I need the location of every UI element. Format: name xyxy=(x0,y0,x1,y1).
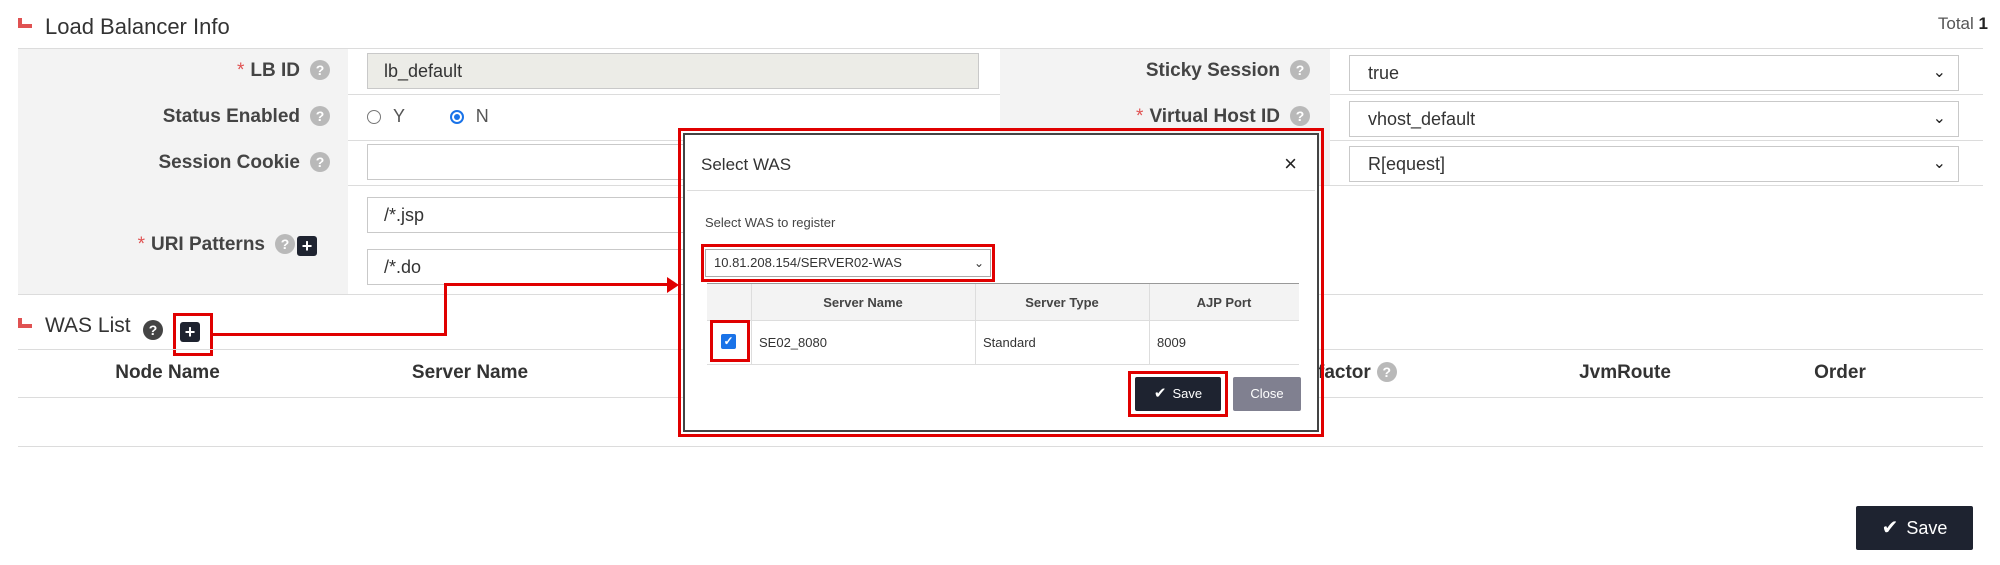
col-jvmroute: JvmRoute xyxy=(1579,362,1671,383)
virtual-host-id-select[interactable]: vhost_default ⌄ xyxy=(1349,101,1959,137)
close-icon[interactable]: × xyxy=(1284,151,1297,177)
help-icon[interactable]: ? xyxy=(310,106,330,126)
virtual-host-id-label: * Virtual Host ID? xyxy=(1136,106,1310,128)
modal-col-server-type: Server Type xyxy=(1025,295,1099,310)
section-title-lb-info: Load Balancer Info xyxy=(45,14,230,39)
chevron-down-icon: ⌄ xyxy=(1932,64,1946,81)
row-checkbox-highlight xyxy=(710,320,750,362)
help-icon[interactable]: ? xyxy=(143,320,163,340)
col-factor: factor? xyxy=(1318,362,1418,384)
section-marker-icon xyxy=(18,18,32,28)
modal-close-button[interactable]: Close xyxy=(1233,377,1301,411)
modal-save-highlight xyxy=(1128,371,1228,417)
col-order: Order xyxy=(1814,362,1866,383)
section-title-was-list: WAS List xyxy=(45,314,131,337)
status-radio-group: Y N xyxy=(367,106,489,127)
add-uri-pattern-button[interactable]: + xyxy=(297,236,317,256)
total-count: Total 1 xyxy=(1937,14,1988,33)
chevron-down-icon: ⌄ xyxy=(1932,110,1946,127)
help-icon[interactable]: ? xyxy=(1290,106,1310,126)
modal-col-ajp-port: AJP Port xyxy=(1196,295,1252,310)
uri-patterns-label: * URI Patterns? xyxy=(138,234,295,256)
was-select-highlight xyxy=(701,244,995,282)
col-server-name: Server Name xyxy=(411,362,529,383)
help-icon[interactable]: ? xyxy=(310,60,330,80)
help-icon[interactable]: ? xyxy=(310,152,330,172)
modal-title: Select WAS xyxy=(701,155,792,174)
request-select[interactable]: R[equest] ⌄ xyxy=(1349,146,1959,182)
uri-pattern-input-1[interactable]: /*.jsp xyxy=(367,197,687,233)
session-cookie-label: Session Cookie? xyxy=(159,152,330,174)
help-icon[interactable]: ? xyxy=(275,234,295,254)
uri-pattern-input-2[interactable]: /*.do xyxy=(367,249,687,285)
status-radio-n[interactable]: N xyxy=(449,106,489,126)
sticky-session-label: Sticky Session? xyxy=(1146,60,1310,82)
save-button[interactable]: ✔ Save xyxy=(1856,506,1973,550)
modal-subtitle: Select WAS to register xyxy=(705,215,836,230)
sticky-session-select[interactable]: true ⌄ xyxy=(1349,55,1959,91)
check-icon: ✔ xyxy=(1881,517,1899,539)
chevron-down-icon: ⌄ xyxy=(1932,155,1946,172)
select-was-modal: Select WAS × Select WAS to register 10.8… xyxy=(683,133,1319,432)
lb-id-label: * LB ID? xyxy=(237,60,330,82)
modal-cell-ajp-port: 8009 xyxy=(1157,335,1186,350)
section-marker-icon xyxy=(18,318,32,328)
session-cookie-input[interactable] xyxy=(367,144,687,180)
lb-id-input[interactable]: lb_default xyxy=(367,53,979,89)
modal-cell-server-name: SE02_8080 xyxy=(759,335,827,350)
help-icon[interactable]: ? xyxy=(1376,362,1397,382)
modal-col-server-name: Server Name xyxy=(823,295,903,310)
status-radio-y[interactable]: Y xyxy=(367,106,405,126)
modal-cell-server-type: Standard xyxy=(983,335,1036,350)
col-node-name: Node Name xyxy=(115,362,220,383)
status-enabled-label: Status Enabled? xyxy=(163,106,330,128)
help-icon[interactable]: ? xyxy=(1290,60,1310,80)
